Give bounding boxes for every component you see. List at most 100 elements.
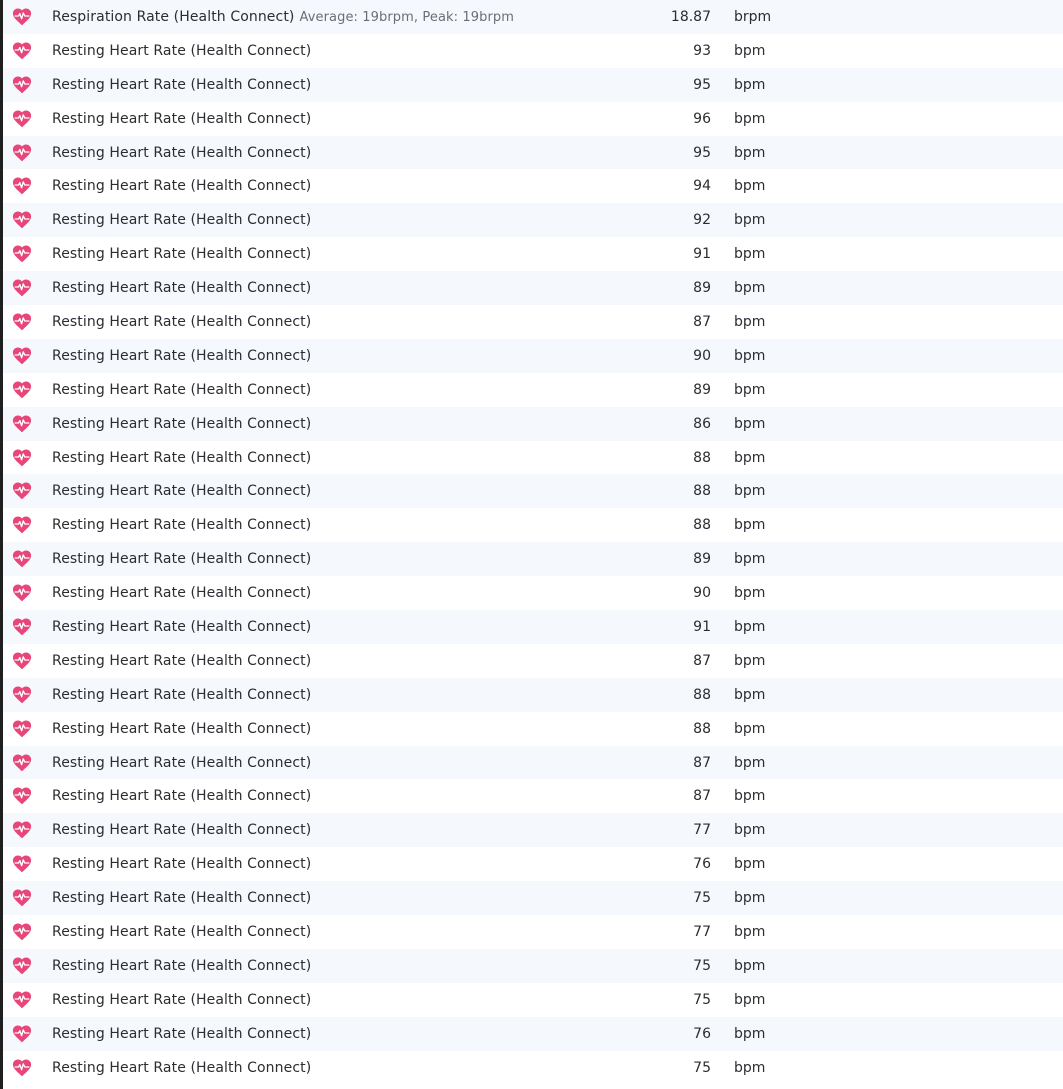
record-title: Resting Heart Rate (Health Connect) [52,551,312,568]
record-title: Resting Heart Rate (Health Connect) [52,212,312,229]
record-unit: bpm [734,1025,766,1042]
record-label: Resting Heart Rate (Health Connect) [52,348,311,364]
list-item[interactable]: Resting Heart Rate (Health Connect) 94 b… [3,169,1063,203]
list-item[interactable]: Resting Heart Rate (Health Connect) 76 b… [3,847,1063,881]
record-label: Resting Heart Rate (Health Connect) [52,755,311,771]
record-label: Resting Heart Rate (Health Connect) [52,145,311,161]
record-unit: bpm [734,483,766,500]
heart-pulse-icon [11,277,33,297]
heart-pulse-icon [11,718,33,738]
record-label: Resting Heart Rate (Health Connect) [52,890,311,906]
record-value: 87 [693,652,711,669]
list-item[interactable]: Resting Heart Rate (Health Connect) 92 b… [3,203,1063,238]
record-label: Resting Heart Rate (Health Connect) [52,382,311,398]
heart-pulse-icon [11,345,33,365]
record-unit: bpm [734,856,766,873]
record-value: 90 [693,585,711,602]
heart-pulse-icon [11,175,33,195]
record-title: Resting Heart Rate (Health Connect) [52,856,312,873]
list-item[interactable]: Resting Heart Rate (Health Connect) 90 b… [3,338,1063,373]
list-item[interactable]: Resting Heart Rate (Health Connect) 95 b… [3,67,1063,102]
list-item[interactable]: Resting Heart Rate (Health Connect) 88 b… [3,712,1063,746]
record-title: Resting Heart Rate (Health Connect) [52,42,312,59]
record-label: Resting Heart Rate (Health Connect) [52,314,311,330]
record-label: Resting Heart Rate (Health Connect) [52,280,311,296]
record-title: Resting Heart Rate (Health Connect) [52,178,312,195]
record-title: Resting Heart Rate (Health Connect) [52,618,312,635]
record-value: 95 [693,144,711,161]
list-item[interactable]: Resting Heart Rate (Health Connect) 95 b… [3,135,1063,170]
record-label: Resting Heart Rate (Health Connect) [52,856,311,872]
heart-pulse-icon [11,142,33,162]
record-title: Resting Heart Rate (Health Connect) [52,788,312,805]
list-item[interactable]: Resting Heart Rate (Health Connect) 75 b… [3,1051,1063,1085]
record-summary: Average: 19brpm, Peak: 19brpm [299,9,515,25]
record-title: Resting Heart Rate (Health Connect) [52,923,312,940]
list-item[interactable]: Resting Heart Rate (Health Connect) 75 b… [3,881,1063,916]
heart-pulse-icon [11,650,33,670]
heart-pulse-icon [11,989,33,1009]
record-label: Resting Heart Rate (Health Connect) [52,43,311,59]
record-unit: bpm [734,720,766,737]
record-value: 76 [693,1025,711,1042]
list-item[interactable]: Resting Heart Rate (Health Connect) 91 b… [3,237,1063,271]
record-value: 87 [693,313,711,330]
list-item[interactable]: Resting Heart Rate (Health Connect) 88 b… [3,677,1063,712]
list-item[interactable]: Resting Heart Rate (Health Connect) 88 b… [3,508,1063,542]
heart-pulse-icon [11,1057,33,1077]
record-value: 95 [693,76,711,93]
health-records-list: Respiration Rate (Health Connect) Average… [0,0,1063,1089]
record-value: 75 [693,957,711,974]
list-item[interactable]: Resting Heart Rate (Health Connect) 91 b… [3,610,1063,644]
record-unit: bpm [734,585,766,602]
record-value: 87 [693,788,711,805]
record-unit: brpm [734,8,772,25]
record-unit: bpm [734,246,766,263]
list-item[interactable]: Resting Heart Rate (Health Connect) 96 b… [3,102,1063,136]
record-value: 18.87 [670,8,711,25]
record-label: Resting Heart Rate (Health Connect) [52,585,311,601]
list-item[interactable]: Resting Heart Rate (Health Connect) 88 b… [3,474,1063,509]
record-label: Resting Heart Rate (Health Connect) [52,1026,311,1042]
record-title: Resting Heart Rate (Health Connect) [52,517,312,534]
list-item[interactable]: Respiration Rate (Health Connect) Average… [3,0,1063,34]
list-item[interactable]: Resting Heart Rate (Health Connect) 86 b… [3,406,1063,441]
record-title: Resting Heart Rate (Health Connect) [52,144,312,161]
record-value: 94 [693,178,711,195]
heart-pulse-icon [11,616,33,636]
record-title: Resting Heart Rate (Health Connect) [52,890,312,907]
list-item[interactable]: Resting Heart Rate (Health Connect) 93 b… [3,34,1063,68]
record-label: Resting Heart Rate (Health Connect) [52,958,311,974]
record-unit: bpm [734,890,766,907]
record-unit: bpm [734,381,766,398]
heart-pulse-icon [11,413,33,433]
record-label: Resting Heart Rate (Health Connect) [52,687,311,703]
list-item[interactable]: Resting Heart Rate (Health Connect) 89 b… [3,271,1063,306]
heart-pulse-icon [11,311,33,331]
list-item[interactable]: Resting Heart Rate (Health Connect) 77 b… [3,915,1063,949]
list-item[interactable]: Resting Heart Rate (Health Connect) 77 b… [3,813,1063,848]
list-item[interactable]: Resting Heart Rate (Health Connect) 87 b… [3,305,1063,339]
list-item[interactable]: Resting Heart Rate (Health Connect) 87 b… [3,745,1063,780]
list-item[interactable]: Resting Heart Rate (Health Connect) 76 b… [3,1016,1063,1051]
record-unit: bpm [734,42,766,59]
record-label: Resting Heart Rate (Health Connect) [52,517,311,533]
record-title: Resting Heart Rate (Health Connect) [52,1025,312,1042]
list-item[interactable]: Resting Heart Rate (Health Connect) 87 b… [3,644,1063,678]
record-label: Resting Heart Rate (Health Connect) [52,483,311,499]
list-item[interactable]: Resting Heart Rate (Health Connect) 89 b… [3,542,1063,577]
list-item[interactable]: Resting Heart Rate (Health Connect) 89 b… [3,373,1063,407]
record-value: 88 [693,517,711,534]
heart-pulse-icon [11,514,33,534]
heart-pulse-icon [11,955,33,975]
list-item[interactable]: Resting Heart Rate (Health Connect) 75 b… [3,948,1063,983]
record-title: Resting Heart Rate (Health Connect) [52,246,312,263]
heart-pulse-icon [11,379,33,399]
record-unit: bpm [734,957,766,974]
list-item[interactable]: Resting Heart Rate (Health Connect) 87 b… [3,779,1063,813]
list-item[interactable]: Resting Heart Rate (Health Connect) 90 b… [3,576,1063,610]
record-title: Resting Heart Rate (Health Connect) [52,585,312,602]
record-label: Resting Heart Rate (Health Connect) [52,416,311,432]
list-item[interactable]: Resting Heart Rate (Health Connect) 75 b… [3,983,1063,1017]
list-item[interactable]: Resting Heart Rate (Health Connect) 88 b… [3,441,1063,475]
